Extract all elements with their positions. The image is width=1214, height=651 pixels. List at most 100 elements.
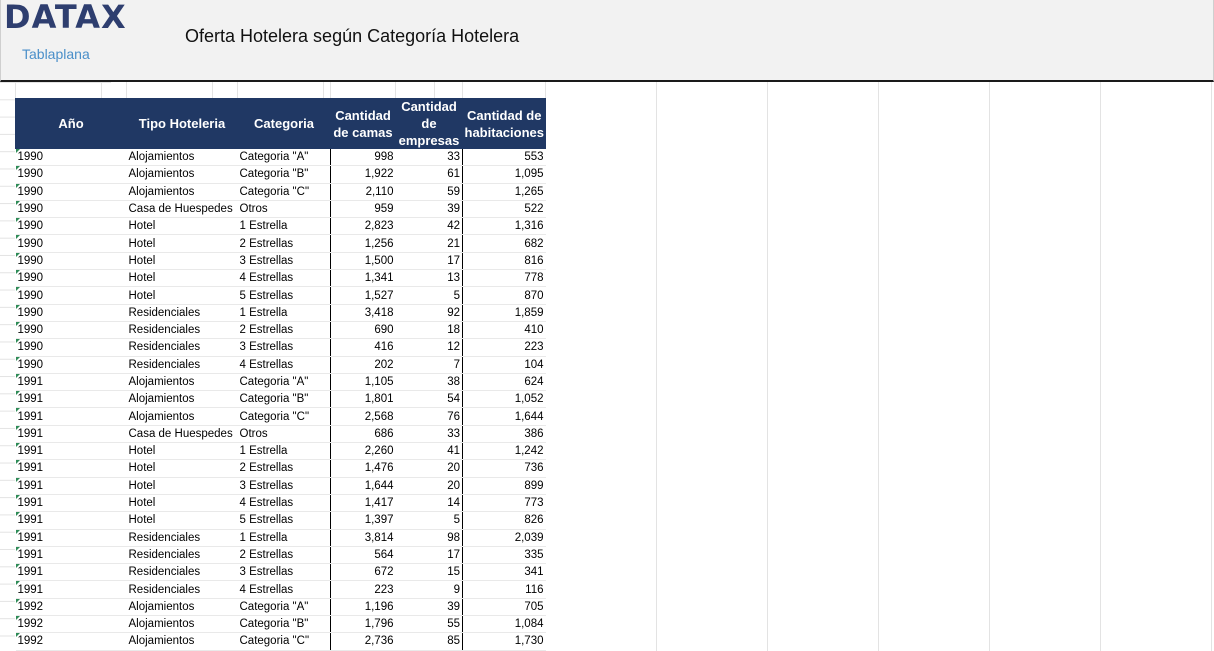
cell-cantidad-camas[interactable]: 1,196 — [330, 598, 396, 617]
cell-cantidad-camas[interactable]: 2,736 — [330, 632, 396, 651]
cell-year[interactable]: 1992 — [15, 598, 127, 617]
column-header-cantidad-camas[interactable]: Cantidad de camas — [330, 98, 396, 149]
cell-cantidad-empresas[interactable]: 5 — [395, 286, 463, 305]
cell-tipo-hoteleria[interactable]: Hotel — [126, 494, 238, 513]
cell-categoria[interactable]: 1 Estrella — [237, 217, 331, 236]
cell-categoria[interactable]: 4 Estrellas — [237, 356, 331, 374]
cell-cantidad-camas[interactable]: 1,417 — [330, 494, 396, 513]
cell-cantidad-empresas[interactable]: 55 — [395, 615, 463, 634]
cell-cantidad-habitaciones[interactable]: 773 — [462, 494, 546, 513]
cell-cantidad-camas[interactable]: 3,418 — [330, 304, 396, 322]
cell-cantidad-habitaciones[interactable]: 1,316 — [462, 217, 546, 236]
cell-categoria[interactable]: Categoria "C" — [237, 183, 331, 201]
cell-cantidad-empresas[interactable]: 12 — [395, 338, 463, 357]
cell-cantidad-habitaciones[interactable]: 335 — [462, 546, 546, 565]
cell-cantidad-empresas[interactable]: 92 — [395, 304, 463, 322]
cell-cantidad-camas[interactable]: 1,527 — [330, 286, 396, 305]
cell-tipo-hoteleria[interactable]: Hotel — [126, 217, 238, 236]
cell-cantidad-empresas[interactable]: 14 — [395, 494, 463, 513]
cell-tipo-hoteleria[interactable]: Alojamientos — [126, 165, 238, 184]
cell-year[interactable]: 1990 — [15, 252, 127, 271]
cell-cantidad-empresas[interactable]: 33 — [395, 425, 463, 444]
cell-year[interactable]: 1991 — [15, 580, 127, 599]
cell-year[interactable]: 1990 — [15, 286, 127, 305]
cell-cantidad-habitaciones[interactable]: 1,095 — [462, 165, 546, 184]
column-header-tipo-hoteleria[interactable]: Tipo Hoteleria — [126, 98, 238, 149]
cell-cantidad-empresas[interactable]: 85 — [395, 632, 463, 651]
cell-tipo-hoteleria[interactable]: Alojamientos — [126, 390, 238, 409]
cell-categoria[interactable]: Categoria "B" — [237, 390, 331, 409]
cell-year[interactable]: 1991 — [15, 459, 127, 478]
cell-cantidad-empresas[interactable]: 17 — [395, 546, 463, 565]
cell-year[interactable]: 1990 — [15, 234, 127, 253]
cell-cantidad-habitaciones[interactable]: 104 — [462, 356, 546, 374]
cell-cantidad-habitaciones[interactable]: 899 — [462, 477, 546, 495]
cell-year[interactable]: 1991 — [15, 546, 127, 565]
cell-categoria[interactable]: 1 Estrella — [237, 529, 331, 547]
cell-year[interactable]: 1990 — [15, 304, 127, 322]
cell-cantidad-habitaciones[interactable]: 778 — [462, 269, 546, 288]
cell-cantidad-camas[interactable]: 1,922 — [330, 165, 396, 184]
cell-tipo-hoteleria[interactable]: Hotel — [126, 459, 238, 478]
cell-tipo-hoteleria[interactable]: Casa de Huespedes — [126, 200, 238, 219]
cell-cantidad-habitaciones[interactable]: 1,052 — [462, 390, 546, 409]
cell-cantidad-camas[interactable]: 1,256 — [330, 234, 396, 253]
cell-tipo-hoteleria[interactable]: Residenciales — [126, 546, 238, 565]
cell-year[interactable]: 1990 — [15, 183, 127, 201]
cell-categoria[interactable]: 5 Estrellas — [237, 286, 331, 305]
cell-year[interactable]: 1991 — [15, 442, 127, 461]
cell-cantidad-empresas[interactable]: 17 — [395, 252, 463, 271]
cell-cantidad-habitaciones[interactable]: 1,859 — [462, 304, 546, 322]
cell-tipo-hoteleria[interactable]: Alojamientos — [126, 407, 238, 426]
cell-categoria[interactable]: 5 Estrellas — [237, 511, 331, 530]
cell-tipo-hoteleria[interactable]: Residenciales — [126, 580, 238, 599]
cell-tipo-hoteleria[interactable]: Casa de Huespedes — [126, 425, 238, 444]
cell-categoria[interactable]: 1 Estrella — [237, 442, 331, 461]
cell-cantidad-empresas[interactable]: 20 — [395, 477, 463, 495]
cell-categoria[interactable]: Categoria "A" — [237, 373, 331, 392]
cell-cantidad-empresas[interactable]: 54 — [395, 390, 463, 409]
cell-cantidad-empresas[interactable]: 38 — [395, 373, 463, 392]
cell-cantidad-camas[interactable]: 1,105 — [330, 373, 396, 392]
cell-cantidad-empresas[interactable]: 59 — [395, 183, 463, 201]
cell-categoria[interactable]: 2 Estrellas — [237, 321, 331, 340]
cell-year[interactable]: 1992 — [15, 632, 127, 651]
cell-cantidad-camas[interactable]: 223 — [330, 580, 396, 599]
cell-categoria[interactable]: 4 Estrellas — [237, 269, 331, 288]
cell-cantidad-empresas[interactable]: 13 — [395, 269, 463, 288]
cell-cantidad-habitaciones[interactable]: 736 — [462, 459, 546, 478]
cell-cantidad-camas[interactable]: 959 — [330, 200, 396, 219]
cell-cantidad-empresas[interactable]: 20 — [395, 459, 463, 478]
cell-tipo-hoteleria[interactable]: Alojamientos — [126, 632, 238, 651]
cell-cantidad-habitaciones[interactable]: 223 — [462, 338, 546, 357]
column-header-year[interactable]: Año — [15, 98, 127, 149]
cell-cantidad-empresas[interactable]: 61 — [395, 165, 463, 184]
cell-categoria[interactable]: 2 Estrellas — [237, 234, 331, 253]
cell-cantidad-empresas[interactable]: 15 — [395, 563, 463, 582]
cell-tipo-hoteleria[interactable]: Alojamientos — [126, 149, 238, 167]
cell-year[interactable]: 1991 — [15, 494, 127, 513]
cell-cantidad-empresas[interactable]: 7 — [395, 356, 463, 374]
cell-categoria[interactable]: Categoria "A" — [237, 149, 331, 167]
column-header-cantidad-empresas[interactable]: Cantidad de empresas — [395, 98, 463, 149]
cell-cantidad-camas[interactable]: 1,341 — [330, 269, 396, 288]
cell-cantidad-empresas[interactable]: 21 — [395, 234, 463, 253]
cell-categoria[interactable]: 3 Estrellas — [237, 338, 331, 357]
cell-cantidad-habitaciones[interactable]: 682 — [462, 234, 546, 253]
column-header-categoria[interactable]: Categoria — [237, 98, 331, 149]
cell-cantidad-camas[interactable]: 1,796 — [330, 615, 396, 634]
cell-categoria[interactable]: Categoria "C" — [237, 632, 331, 651]
cell-cantidad-habitaciones[interactable]: 386 — [462, 425, 546, 444]
cell-cantidad-habitaciones[interactable]: 1,644 — [462, 407, 546, 426]
cell-cantidad-empresas[interactable]: 39 — [395, 598, 463, 617]
cell-cantidad-habitaciones[interactable]: 1,084 — [462, 615, 546, 634]
cell-tipo-hoteleria[interactable]: Alojamientos — [126, 183, 238, 201]
cell-tipo-hoteleria[interactable]: Alojamientos — [126, 615, 238, 634]
cell-year[interactable]: 1990 — [15, 356, 127, 374]
cell-cantidad-camas[interactable]: 416 — [330, 338, 396, 357]
cell-year[interactable]: 1991 — [15, 407, 127, 426]
cell-year[interactable]: 1990 — [15, 149, 127, 167]
cell-cantidad-habitaciones[interactable]: 2,039 — [462, 529, 546, 547]
cell-cantidad-camas[interactable]: 1,801 — [330, 390, 396, 409]
cell-tipo-hoteleria[interactable]: Residenciales — [126, 529, 238, 547]
